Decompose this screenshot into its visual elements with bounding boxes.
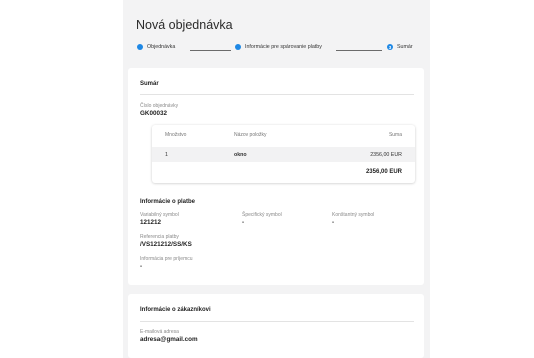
payment-title: Informácie o platbe — [140, 199, 196, 205]
page-title: Nová objednávka — [136, 18, 233, 32]
payment-reference-label: Referencia platby — [140, 234, 179, 240]
step-label: Objednávka — [147, 44, 176, 50]
col-header-amount: Suma — [388, 132, 402, 138]
recipient-info-label: Informácia pre príjemcu — [140, 256, 193, 262]
order-page: Nová objednávka Objednávka Informácie pr… — [123, 0, 430, 358]
email-value: adresa@gmail.com — [140, 336, 198, 343]
email-label: E-mailová adresa — [140, 329, 179, 335]
variable-symbol-value: 121212 — [140, 219, 162, 226]
customer-card: Informácie o zákazníkovi E-mailová adres… — [128, 294, 424, 358]
col-header-qty: Množstvo — [165, 132, 187, 138]
stepper: Objednávka Informácie pre spárovanie pla… — [137, 44, 418, 56]
row-qty: 1 — [165, 152, 168, 158]
table-total: 2356,00 EUR — [365, 169, 402, 175]
divider — [140, 94, 414, 95]
specific-symbol-value: - — [242, 219, 245, 226]
step-connector — [190, 49, 231, 51]
recipient-info-value: - — [140, 263, 143, 270]
step-payment-info[interactable]: Informácie pre spárovanie platby — [235, 44, 322, 50]
step-done-icon — [235, 44, 241, 50]
step-number-icon: 3 — [387, 44, 393, 50]
order-number-label: Číslo objednávky — [140, 103, 179, 109]
row-name: okno — [234, 152, 247, 158]
step-label: Sumár — [397, 44, 413, 50]
variable-symbol-label: Variabilný symbol — [140, 212, 179, 218]
step-order[interactable]: Objednávka — [137, 44, 175, 50]
payment-reference-value: /VS121212/SS/KS — [140, 241, 192, 248]
row-amount: 2356,00 EUR — [370, 152, 402, 158]
step-label: Informácie pre spárovanie platby — [245, 44, 322, 50]
divider — [140, 321, 414, 322]
table-row: 1 okno 2356,00 EUR — [152, 147, 415, 162]
constant-symbol-value: - — [332, 219, 335, 226]
step-done-icon — [137, 44, 143, 50]
step-connector — [336, 49, 382, 51]
order-number-value: GK00032 — [140, 110, 167, 117]
constant-symbol-label: Konštantný symbol — [332, 212, 375, 218]
customer-title: Informácie o zákazníkovi — [140, 307, 211, 313]
col-header-name: Názov položky — [234, 132, 267, 138]
specific-symbol-label: Špecifický symbol — [242, 212, 282, 218]
summary-title: Sumár — [140, 81, 159, 87]
step-summary[interactable]: 3 Sumár — [387, 44, 413, 50]
items-table: Množstvo Názov položky Suma 1 okno 2356,… — [152, 125, 415, 183]
